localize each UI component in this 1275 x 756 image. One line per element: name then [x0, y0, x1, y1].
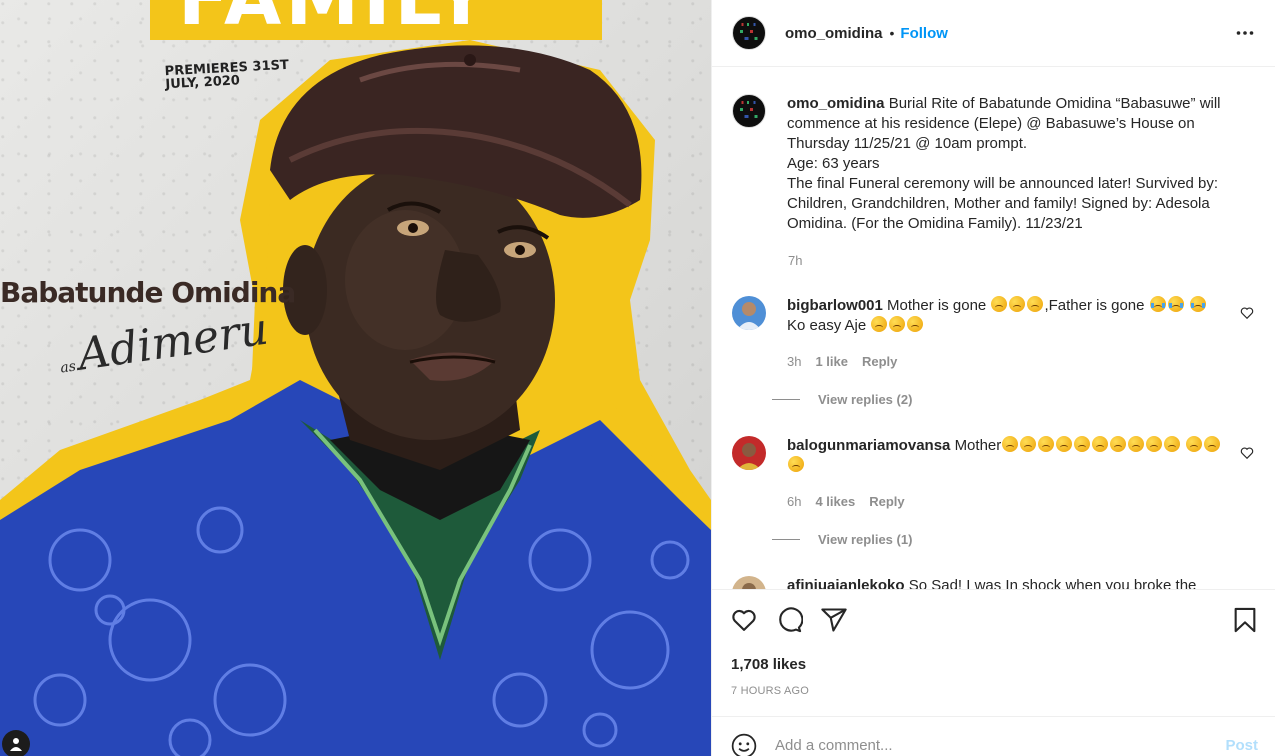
role-prefix: as	[59, 358, 77, 377]
comment-text-part: So Sad! I was In shock when you broke th…	[908, 577, 1197, 589]
sad-emoji-icon	[889, 316, 906, 332]
sad-emoji-icon	[1020, 436, 1037, 452]
comment-time[interactable]: 3h	[787, 354, 801, 369]
caption-text: omo_omidina Burial Rite of Babatunde Omi…	[787, 94, 1247, 234]
comment-time[interactable]: 6h	[787, 494, 801, 509]
sad-emoji-icon	[1092, 436, 1109, 452]
caption-text-3: The final Funeral ceremony will be annou…	[787, 175, 1219, 232]
comment-input[interactable]	[775, 737, 1195, 754]
comments-list[interactable]: omo_omidina Burial Rite of Babatunde Omi…	[712, 68, 1275, 589]
sad-emoji-icon	[1146, 436, 1163, 452]
post-header: omo_omidina • Follow	[712, 0, 1275, 67]
comment-likes[interactable]: 1 like	[815, 354, 848, 369]
sad-emoji-icon	[1128, 436, 1145, 452]
crying-emoji-icon	[1167, 296, 1184, 312]
sad-emoji-icon	[1110, 436, 1127, 452]
actor-name: Babatunde Omidina	[0, 276, 296, 309]
caption-avatar[interactable]	[732, 94, 766, 128]
reply-button[interactable]: Reply	[869, 494, 904, 509]
bookmark-icon[interactable]	[1231, 606, 1259, 634]
comment-username[interactable]: afinjuajanlekoko	[787, 577, 905, 589]
sad-emoji-icon	[1056, 436, 1073, 452]
comment-avatar[interactable]	[732, 436, 766, 470]
sad-emoji-icon	[1009, 296, 1026, 312]
tagged-users-icon[interactable]	[2, 730, 30, 756]
sad-emoji-icon	[1186, 436, 1203, 452]
post-comment-button[interactable]: Post	[1225, 737, 1258, 754]
comment-text: bigbarlow001 Mother is gone ,Father is g…	[787, 296, 1227, 336]
header-username[interactable]: omo_omidina	[785, 25, 883, 42]
more-horizontal-icon[interactable]	[1236, 24, 1254, 42]
follow-button[interactable]: Follow	[900, 25, 948, 42]
view-replies-button[interactable]: View replies (2)	[772, 392, 912, 407]
sad-emoji-icon	[871, 316, 888, 332]
sad-emoji-icon	[1027, 296, 1044, 312]
post-image[interactable]: FAMILY PREMIERES 31ST JULY, 2020	[0, 0, 711, 756]
caption-text-2: Age: 63 years	[787, 155, 880, 172]
post-timestamp[interactable]: 7 HOURS AGO	[731, 685, 809, 697]
comment-text-part: Ko easy Aje	[787, 317, 867, 334]
crying-emoji-icon	[1189, 296, 1206, 312]
sad-emoji-icon	[1164, 436, 1181, 452]
sad-emoji-icon	[788, 456, 804, 472]
header-separator: •	[889, 25, 895, 41]
sad-emoji-icon	[907, 316, 924, 332]
sad-emoji-icon	[1002, 436, 1019, 452]
view-replies-label: View replies (2)	[818, 392, 913, 407]
comment-likes[interactable]: 4 likes	[815, 494, 855, 509]
like-comment-icon[interactable]	[1240, 306, 1254, 320]
comment-meta: 3h 1 like Reply	[787, 354, 911, 369]
like-comment-icon[interactable]	[1240, 446, 1254, 460]
sad-emoji-icon	[1204, 436, 1221, 452]
comment-bubble-icon[interactable]	[775, 606, 803, 634]
actor-photo	[0, 40, 711, 756]
avatar[interactable]	[732, 16, 766, 50]
comment-text-part: ,Father is gone	[1044, 297, 1145, 314]
heart-icon[interactable]	[730, 606, 758, 634]
post-side-panel: omo_omidina • Follow omo_omidina Burial …	[711, 0, 1275, 756]
caption-username[interactable]: omo_omidina	[787, 95, 885, 112]
sad-emoji-icon	[1074, 436, 1091, 452]
share-icon[interactable]	[820, 606, 848, 634]
replies-divider	[772, 539, 800, 540]
reply-button[interactable]: Reply	[862, 354, 897, 369]
comment-avatar[interactable]	[732, 296, 766, 330]
add-comment-bar: Post	[712, 716, 1275, 756]
likes-count[interactable]: 1,708 likes	[731, 656, 806, 673]
comment-username[interactable]: bigbarlow001	[787, 297, 883, 314]
view-replies-button[interactable]: View replies (1)	[772, 532, 912, 547]
comment-text: afinjuajanlekoko So Sad! I was In shock …	[787, 576, 1247, 589]
sad-emoji-icon	[991, 296, 1008, 312]
comment-text-part: Mother is gone	[887, 297, 987, 314]
emoji-picker-icon[interactable]	[731, 733, 757, 756]
comment-avatar[interactable]	[732, 576, 766, 589]
caption-timestamp[interactable]: 7h	[788, 253, 802, 268]
sad-emoji-icon	[1038, 436, 1055, 452]
crying-emoji-icon	[1149, 296, 1166, 312]
comment-username[interactable]: balogunmariamovansa	[787, 437, 950, 454]
post-actions: 1,708 likes 7 HOURS AGO	[712, 589, 1275, 716]
comment-text-part: Mother	[954, 437, 1002, 454]
comment-text: balogunmariamovansa Mother	[787, 436, 1227, 476]
view-replies-label: View replies (1)	[818, 532, 913, 547]
replies-divider	[772, 399, 800, 400]
comment-meta: 6h 4 likes Reply	[787, 494, 919, 509]
